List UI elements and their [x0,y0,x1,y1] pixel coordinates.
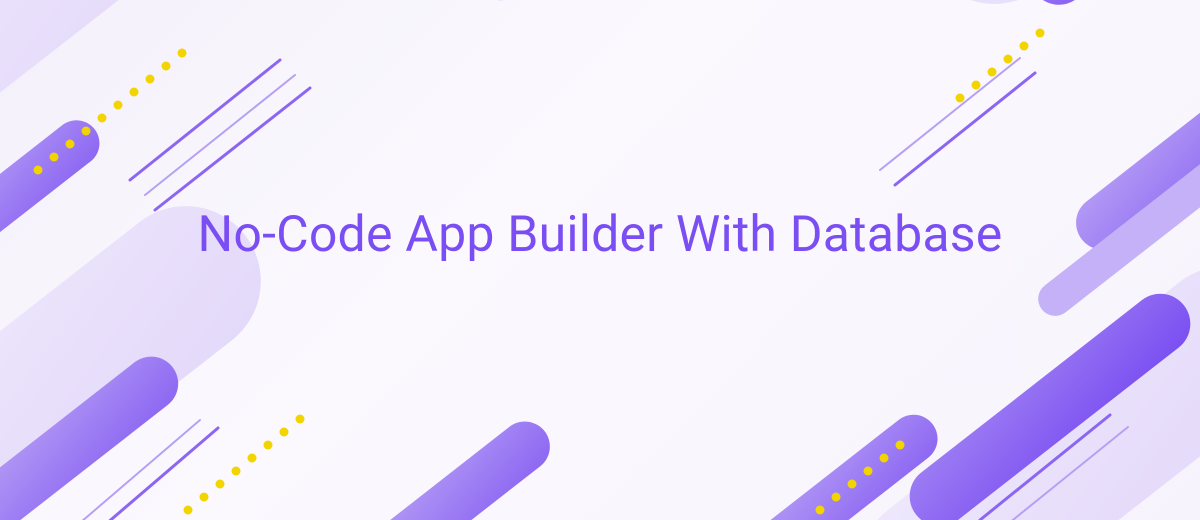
hero-title: No-Code App Builder With Database [0,204,1200,267]
hero-banner: No-Code App Builder With Database [0,0,1200,520]
